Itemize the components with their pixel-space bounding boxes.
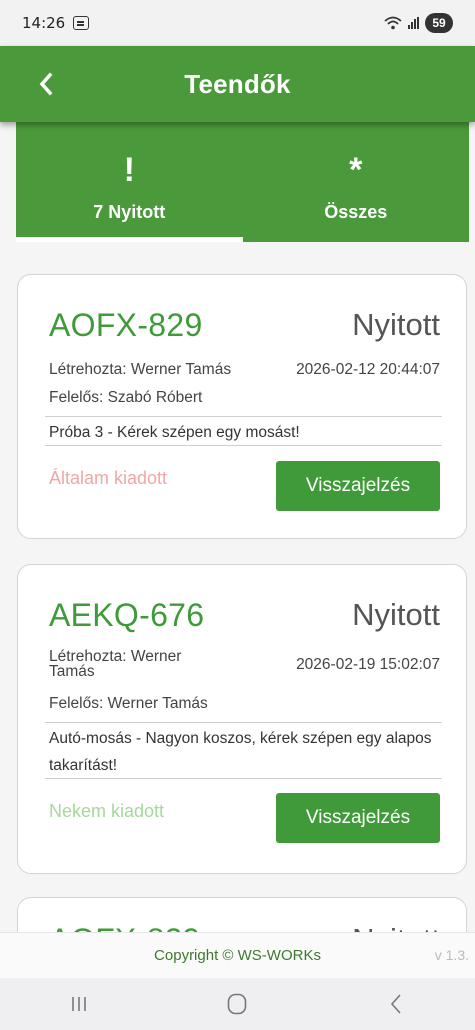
task-date: 2026-02-12 20:44:07 (296, 361, 440, 378)
notification-icon (73, 16, 90, 30)
back-icon (390, 994, 401, 1014)
task-status: Nyitott (352, 597, 440, 632)
task-id: AOFX-829 (49, 307, 203, 343)
divider (45, 722, 442, 723)
task-description: Próba 3 - Kérek szépen egy mosást! (49, 424, 300, 441)
task-created-by: Létrehozta: Werner Tamás (49, 648, 182, 680)
home-button[interactable] (207, 984, 267, 1024)
tab-all-label: Összes (324, 202, 388, 222)
task-responsible: Felelős: Werner Tamás (49, 695, 208, 712)
feedback-button[interactable]: Visszajelzés (276, 793, 440, 843)
task-role: Általam kiadott (49, 468, 168, 488)
exclamation-icon: ! (123, 151, 135, 189)
copyright-text: Copyright © WS-WORKs (154, 947, 321, 964)
tab-active-indicator (16, 237, 243, 242)
footer: Copyright © WS-WORKs v 1.3. (0, 932, 475, 978)
feedback-button[interactable]: Visszajelzés (276, 461, 440, 511)
status-bar: 14:26 59 (0, 0, 475, 46)
system-back-button[interactable] (366, 984, 426, 1024)
home-icon (228, 993, 247, 1015)
battery-icon: 59 (425, 13, 453, 33)
screen: 14:26 59 Teendők ! 7 Nyitott * Összes AO… (0, 0, 475, 1030)
back-button[interactable] (26, 64, 66, 104)
tab-all[interactable]: * Összes (243, 122, 470, 242)
recents-icon (72, 997, 86, 1011)
task-id: AEKQ-676 (49, 597, 205, 633)
status-indicators: 59 (384, 13, 453, 33)
navigation-bar (0, 978, 475, 1030)
task-card[interactable]: AOFX-829 Nyitott Létrehozta: Werner Tamá… (17, 274, 467, 539)
task-date: 2026-02-19 15:02:07 (296, 656, 440, 673)
app-bar: Teendők (0, 46, 475, 122)
tab-open[interactable]: ! 7 Nyitott (16, 122, 243, 242)
divider (45, 416, 442, 417)
page-title: Teendők (184, 68, 291, 99)
signal-icon (408, 17, 419, 29)
recents-button[interactable] (49, 984, 109, 1024)
task-status: Nyitott (352, 307, 440, 342)
tab-bar: ! 7 Nyitott * Összes (16, 122, 469, 242)
tab-open-label: 7 Nyitott (93, 202, 166, 222)
status-time: 14:26 (22, 14, 66, 32)
task-description: Autó-mosás - Nagyon koszos, kérek szépen… (49, 730, 432, 774)
divider (45, 778, 442, 779)
task-card[interactable]: AEKQ-676 Nyitott Létrehozta: Werner Tamá… (17, 564, 467, 874)
task-responsible: Felelős: Szabó Róbert (49, 389, 203, 406)
divider (45, 445, 442, 446)
asterisk-icon: * (349, 151, 363, 189)
wifi-icon (384, 16, 402, 30)
task-role: Nekem kiadott (49, 801, 165, 821)
chevron-left-icon (39, 72, 53, 96)
task-created-by: Létrehozta: Werner Tamás (49, 361, 232, 378)
version-text: v 1.3. (434, 947, 469, 963)
